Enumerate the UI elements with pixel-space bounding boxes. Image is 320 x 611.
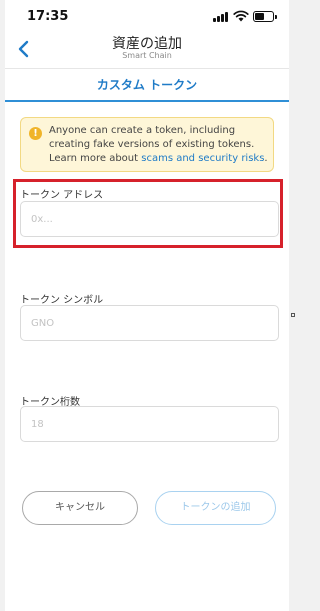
app-screen: 17:35 資産の追加 Smart Chain カスタム トークン ! Anyo…: [5, 0, 289, 611]
add-token-button[interactable]: トークンの追加: [155, 491, 276, 525]
wifi-icon: [233, 10, 249, 22]
cancel-button[interactable]: キャンセル: [22, 491, 138, 525]
token-symbol-label: トークン シンボル: [20, 295, 104, 306]
warning-alert: ! Anyone can create a token, including c…: [20, 117, 274, 172]
tab-custom-token[interactable]: カスタム トークン: [5, 76, 289, 93]
warning-icon: !: [29, 127, 42, 140]
token-symbol-input[interactable]: [20, 305, 279, 341]
tab-active-indicator: [5, 100, 289, 102]
page-title: 資産の追加: [112, 36, 182, 52]
edge-marker: [291, 313, 295, 317]
nav-bar: 資産の追加 Smart Chain: [5, 30, 289, 68]
token-decimals-input[interactable]: [20, 406, 279, 442]
token-address-input[interactable]: [20, 201, 279, 237]
signal-icon: [213, 12, 229, 22]
battery-icon: [253, 11, 277, 22]
status-time: 17:35: [27, 9, 69, 24]
scams-security-link[interactable]: scams and security risks: [141, 153, 264, 164]
page-subtitle: Smart Chain: [122, 51, 172, 60]
status-icons: [213, 10, 277, 24]
tab-bar: カスタム トークン: [5, 68, 289, 102]
warning-text: Anyone can create a token, including cre…: [49, 124, 271, 166]
warning-text-end: .: [264, 153, 268, 164]
token-address-label: トークン アドレス: [20, 190, 104, 201]
status-bar: 17:35: [5, 0, 289, 30]
